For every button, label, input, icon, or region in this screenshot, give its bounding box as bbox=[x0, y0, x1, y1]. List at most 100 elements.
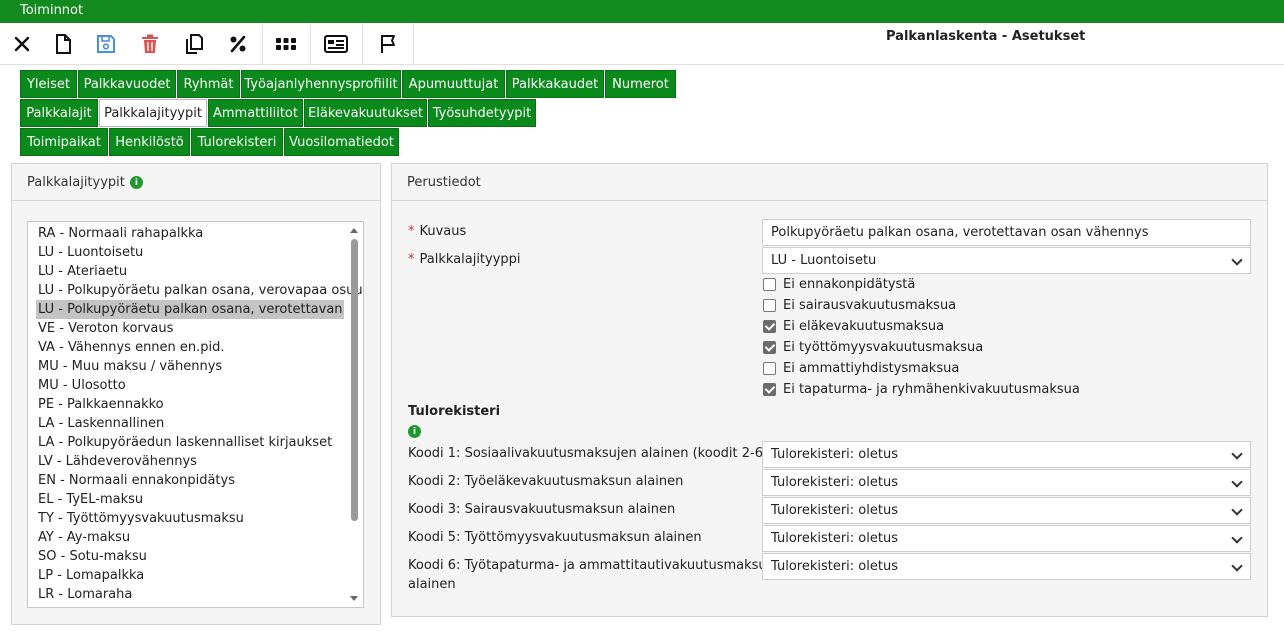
tab-numerot[interactable]: Numerot bbox=[605, 70, 676, 98]
koodi-3-select[interactable]: Tulorekisteri: oletus bbox=[762, 497, 1251, 524]
info-icon[interactable]: i bbox=[129, 176, 143, 189]
tab-ryhmat[interactable]: Ryhmät bbox=[177, 70, 240, 98]
koodi-5-label: Koodi 5: Työttömyysvakuutusmaksun alaine… bbox=[408, 530, 702, 545]
page-title: Palkanlaskenta - Asetukset bbox=[886, 29, 1086, 44]
koodi-2-select[interactable]: Tulorekisteri: oletus bbox=[762, 469, 1251, 496]
tab-palkkavuodet[interactable]: Palkkavuodet bbox=[78, 70, 176, 98]
info-icon[interactable]: i bbox=[408, 425, 421, 438]
id-card-icon[interactable] bbox=[314, 23, 358, 65]
panel-header: Perustiedot bbox=[392, 164, 1267, 201]
checkbox-checked[interactable] bbox=[763, 340, 776, 354]
checkbox-checked[interactable] bbox=[763, 319, 776, 333]
panel-header: Palkkalajityypit i bbox=[12, 164, 380, 201]
toolbar-divider bbox=[413, 23, 414, 65]
panel-title: Perustiedot bbox=[407, 175, 481, 190]
checkbox[interactable] bbox=[763, 277, 776, 291]
list-item[interactable]: LA - Polkupyöräedun laskennalliset kirja… bbox=[36, 433, 332, 452]
percent-icon[interactable] bbox=[216, 23, 260, 65]
scroll-up-arrow[interactable] bbox=[350, 228, 358, 233]
tab-palkkalajit[interactable]: Palkkalajit bbox=[20, 99, 98, 127]
more-icon[interactable] bbox=[264, 23, 308, 65]
panel-title: Palkkalajityypit bbox=[27, 175, 125, 190]
list-item[interactable]: VA - Vähennys ennen en.pid. bbox=[36, 338, 225, 357]
toolbar-divider bbox=[310, 23, 311, 65]
scroll-down-arrow[interactable] bbox=[350, 596, 358, 601]
menu-toiminnot[interactable]: Toiminnot bbox=[20, 3, 83, 18]
list-item[interactable]: EN - Normaali ennakonpidätys bbox=[36, 471, 235, 490]
kuvaus-label: * Kuvaus bbox=[408, 224, 467, 239]
checkbox-ei-tyottomyysvakuutusmaksua[interactable]: Ei työttömyysvakuutusmaksua bbox=[763, 337, 983, 357]
palkkalajityyppi-label: * Palkkalajityyppi bbox=[408, 252, 521, 267]
chevron-down-icon bbox=[1231, 504, 1243, 516]
close-icon[interactable] bbox=[0, 23, 44, 65]
tab-palkkalajityypit[interactable]: Palkkalajityypit bbox=[99, 99, 207, 127]
tab-toimipaikat[interactable]: Toimipaikat bbox=[20, 128, 108, 156]
tab-apumuuttujat[interactable]: Apumuuttujat bbox=[402, 70, 505, 98]
list-item[interactable]: SO - Sotu-maksu bbox=[36, 547, 147, 566]
checkbox-checked[interactable] bbox=[763, 382, 776, 396]
koodi-3-label: Koodi 3: Sairausvakuutusmaksun alainen bbox=[408, 502, 676, 517]
tab-vuosilomatiedot[interactable]: Vuosilomatiedot bbox=[284, 128, 399, 156]
toolbar-divider bbox=[362, 23, 363, 65]
list-item[interactable]: LP - Lomapalkka bbox=[36, 566, 144, 585]
list-item[interactable]: LU - Luontoisetu bbox=[36, 243, 143, 262]
koodi-6-label: Koodi 6: Työtapaturma- ja ammattitautiva… bbox=[408, 558, 775, 573]
toolbar: Palkanlaskenta - Asetukset bbox=[0, 23, 1284, 65]
list-item[interactable]: VE - Veroton korvaus bbox=[36, 319, 173, 338]
list-item[interactable]: LA - Laskennallinen bbox=[36, 414, 164, 433]
koodi-1-select[interactable]: Tulorekisteri: oletus bbox=[762, 441, 1251, 468]
delete-icon[interactable] bbox=[128, 23, 172, 65]
koodi-6-select[interactable]: Tulorekisteri: oletus bbox=[762, 553, 1251, 580]
tab-henkilosto[interactable]: Henkilöstö bbox=[109, 128, 190, 156]
tab-elakevakuutukset[interactable]: Eläkevakuutukset bbox=[304, 99, 427, 127]
list-item[interactable]: AY - Ay-maksu bbox=[36, 528, 130, 547]
checkbox-ei-ennakonpidatysta[interactable]: Ei ennakonpidätystä bbox=[763, 274, 915, 294]
tulorekisteri-heading: Tulorekisteri bbox=[408, 404, 501, 419]
required-marker: * bbox=[408, 224, 415, 239]
toolbar-divider bbox=[262, 23, 263, 65]
tab-tyoajanlyhennysprofiilit[interactable]: Työajanlyhennysprofiilit bbox=[241, 70, 401, 98]
chevron-down-icon bbox=[1231, 560, 1243, 572]
checkbox-ei-sairausvakuutusmaksua[interactable]: Ei sairausvakuutusmaksua bbox=[763, 295, 956, 315]
required-marker: * bbox=[408, 252, 415, 267]
tab-tyosuhdetyypit[interactable]: Työsuhdetyypit bbox=[428, 99, 536, 127]
copy-icon[interactable] bbox=[172, 23, 216, 65]
list-item[interactable]: LU - Ateriaetu bbox=[36, 262, 127, 281]
tab-ammattiliitot[interactable]: Ammattiliitot bbox=[208, 99, 303, 127]
list-item[interactable]: MU - Ulosotto bbox=[36, 376, 126, 395]
list-item[interactable]: RA - Normaali rahapalkka bbox=[36, 224, 203, 243]
list-item[interactable]: LR - Lomaraha bbox=[36, 585, 132, 604]
menu-bar: Toiminnot bbox=[0, 0, 1284, 23]
list-item[interactable]: PE - Palkkaennakko bbox=[36, 395, 164, 414]
koodi-1-label: Koodi 1: Sosiaalivakuutusmaksujen alaine… bbox=[408, 446, 769, 461]
new-document-icon[interactable] bbox=[41, 23, 85, 65]
palkkalajityyppi-select[interactable]: LU - Luontoisetu bbox=[762, 247, 1251, 274]
chevron-down-icon bbox=[1231, 476, 1243, 488]
list-item[interactable]: EL - TyEL-maksu bbox=[36, 490, 143, 509]
koodi-2-label: Koodi 2: Työeläkevakuutusmaksun alainen bbox=[408, 474, 684, 489]
koodi-5-select[interactable]: Tulorekisteri: oletus bbox=[762, 525, 1251, 552]
checkbox-ei-tapaturma-maksua[interactable]: Ei tapaturma- ja ryhmähenkivakuutusmaksu… bbox=[763, 379, 1080, 399]
tab-yleiset[interactable]: Yleiset bbox=[20, 70, 77, 98]
list-item-selected[interactable]: LU - Polkupyöräetu palkan osana, verotet… bbox=[36, 300, 344, 319]
tab-palkkakaudet[interactable]: Palkkakaudet bbox=[506, 70, 604, 98]
list-item[interactable]: LV - Lähdeverovähennys bbox=[36, 452, 197, 471]
flag-icon[interactable] bbox=[366, 23, 410, 65]
list-item[interactable]: MU - Muu maksu / vähennys bbox=[36, 357, 222, 376]
list-item[interactable]: LU - Polkupyöräetu palkan osana, verovap… bbox=[36, 281, 363, 300]
chevron-down-icon bbox=[1231, 254, 1243, 266]
palkkalajityypit-list[interactable]: RA - Normaali rahapalkka LU - Luontoiset… bbox=[27, 221, 364, 608]
save-icon[interactable] bbox=[84, 23, 128, 65]
list-item[interactable]: TY - Työttömyysvakuutusmaksu bbox=[36, 509, 244, 528]
chevron-down-icon bbox=[1231, 448, 1243, 460]
tab-tulorekisteri[interactable]: Tulorekisteri bbox=[191, 128, 283, 156]
checkbox-ei-elakevakuutusmaksua[interactable]: Ei eläkevakuutusmaksua bbox=[763, 316, 944, 336]
checkbox[interactable] bbox=[763, 361, 776, 375]
checkbox-ei-ammattiyhdistysmaksua[interactable]: Ei ammattiyhdistysmaksua bbox=[763, 358, 959, 378]
scrollbar-thumb[interactable] bbox=[351, 239, 358, 521]
checkbox[interactable] bbox=[763, 298, 776, 312]
koodi-6-label-line2: alainen bbox=[408, 577, 456, 592]
palkkalajityypit-panel: Palkkalajityypit i RA - Normaali rahapal… bbox=[11, 163, 381, 625]
chevron-down-icon bbox=[1231, 532, 1243, 544]
kuvaus-input[interactable]: Polkupyöräetu palkan osana, verotettavan… bbox=[762, 219, 1251, 246]
